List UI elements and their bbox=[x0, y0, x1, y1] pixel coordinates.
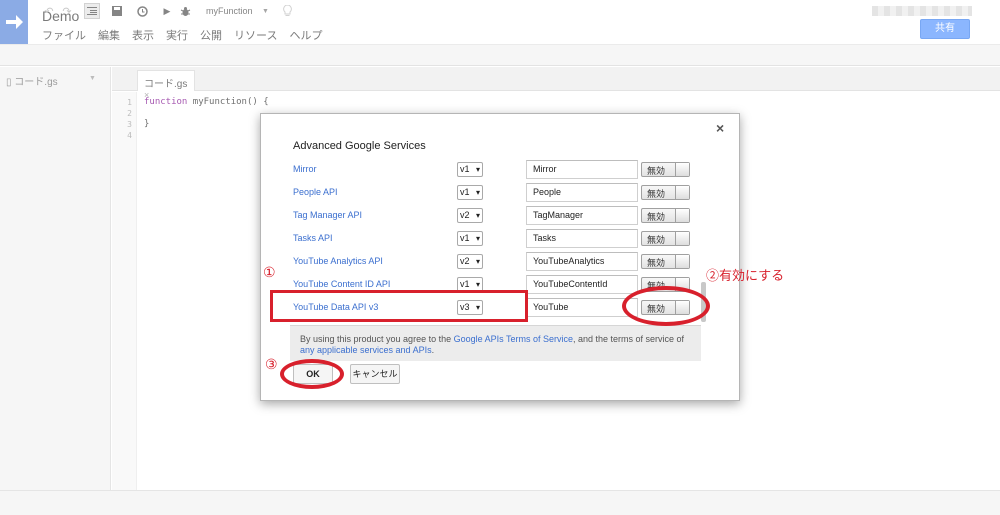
service-name-tag-manager[interactable]: Tag Manager API bbox=[293, 210, 362, 220]
toggle-label: 無効 bbox=[647, 258, 666, 268]
tos-link-google-apis[interactable]: Google APIs Terms of Service bbox=[454, 334, 573, 344]
enable-toggle[interactable]: 無効 bbox=[641, 254, 690, 269]
toggle-knob bbox=[675, 209, 689, 222]
tos-suffix: . bbox=[431, 345, 435, 355]
annotation-step1: ① bbox=[263, 264, 276, 280]
annotation-step2: ②有効にする bbox=[706, 268, 785, 283]
identifier-field[interactable]: Mirror bbox=[526, 160, 638, 179]
version-select[interactable]: v1 bbox=[457, 162, 483, 177]
service-name-youtube-analytics[interactable]: YouTube Analytics API bbox=[293, 256, 383, 266]
toggle-label: 無効 bbox=[647, 166, 666, 176]
service-name-youtube-content-id[interactable]: YouTube Content ID API bbox=[293, 279, 390, 289]
service-name-mirror[interactable]: Mirror bbox=[293, 164, 317, 174]
identifier-field[interactable]: TagManager bbox=[526, 206, 638, 225]
toggle-knob bbox=[675, 186, 689, 199]
enable-toggle[interactable]: 無効 bbox=[641, 208, 690, 223]
service-name-people[interactable]: People API bbox=[293, 187, 338, 197]
terms-of-service-notice: By using this product you agree to the G… bbox=[290, 325, 701, 361]
version-select[interactable]: v1 bbox=[457, 231, 483, 246]
dialog-title: Advanced Google Services bbox=[293, 140, 426, 152]
close-icon[interactable]: × bbox=[716, 120, 724, 136]
annotation-step3: ③ bbox=[265, 356, 278, 372]
identifier-field[interactable]: Tasks bbox=[526, 229, 638, 248]
version-select[interactable]: v2 bbox=[457, 208, 483, 223]
enable-toggle[interactable]: 無効 bbox=[641, 231, 690, 246]
enable-toggle[interactable]: 無効 bbox=[641, 162, 690, 177]
toggle-knob bbox=[675, 232, 689, 245]
highlight-ellipse-ok bbox=[280, 359, 344, 389]
toggle-label: 無効 bbox=[647, 212, 666, 222]
highlight-ellipse-toggle bbox=[622, 286, 710, 326]
toggle-label: 無効 bbox=[647, 235, 666, 245]
identifier-field[interactable]: YouTubeAnalytics bbox=[526, 252, 638, 271]
enable-toggle[interactable]: 無効 bbox=[641, 185, 690, 200]
toggle-knob bbox=[675, 163, 689, 176]
version-select[interactable]: v2 bbox=[457, 254, 483, 269]
cancel-button[interactable]: キャンセル bbox=[350, 364, 400, 384]
service-name-tasks[interactable]: Tasks API bbox=[293, 233, 333, 243]
tos-link-applicable-services[interactable]: any applicable services and APIs bbox=[300, 345, 432, 355]
toggle-knob bbox=[675, 255, 689, 268]
highlight-rect-youtube-data bbox=[270, 290, 528, 322]
tos-prefix: By using this product you agree to the bbox=[300, 334, 454, 344]
identifier-field[interactable]: YouTubeContentId bbox=[526, 275, 638, 294]
toggle-label: 無効 bbox=[647, 189, 666, 199]
tos-middle: , and the terms of service of bbox=[572, 334, 685, 344]
identifier-field[interactable]: People bbox=[526, 183, 638, 202]
version-select[interactable]: v1 bbox=[457, 185, 483, 200]
